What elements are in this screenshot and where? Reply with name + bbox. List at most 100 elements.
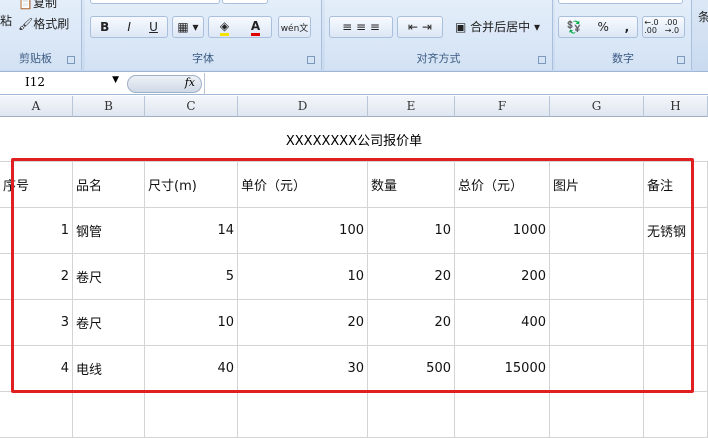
table-cell[interactable]: 无锈钢: [644, 208, 708, 254]
empty-cell[interactable]: [238, 392, 368, 438]
table-cell[interactable]: 20: [368, 254, 455, 300]
table-cell[interactable]: 30: [238, 346, 368, 392]
comma-button[interactable]: ,: [625, 20, 630, 34]
table-cell[interactable]: 100: [238, 208, 368, 254]
header-cell[interactable]: 尺寸(m): [145, 162, 238, 208]
formula-input[interactable]: [204, 73, 708, 95]
underline-button[interactable]: U: [149, 20, 158, 34]
dialog-launcher-icon[interactable]: [538, 56, 546, 64]
column-header-A[interactable]: A: [0, 96, 73, 117]
table-cell[interactable]: [550, 254, 644, 300]
alignment-group-label: 对齐方式: [416, 52, 461, 65]
number-buttons: 💱 % ,: [558, 16, 638, 38]
empty-cell[interactable]: [73, 392, 145, 438]
table-cell[interactable]: 20: [368, 300, 455, 346]
sheet-title[interactable]: XXXXXXXX公司报价单: [0, 117, 708, 162]
paste-button[interactable]: 粘: [0, 12, 12, 29]
table-cell[interactable]: 20: [238, 300, 368, 346]
number-group: 💱 % , ←.0 .00 .00 →.0 数字: [555, 0, 692, 70]
header-cell[interactable]: 图片: [550, 162, 644, 208]
table-cell[interactable]: 3: [0, 300, 73, 346]
name-box[interactable]: I12 ▼: [0, 75, 125, 93]
decrease-decimal-button[interactable]: .00 →.0: [665, 19, 683, 35]
header-cell[interactable]: 备注: [644, 162, 708, 208]
empty-cell[interactable]: [455, 392, 550, 438]
table-cell[interactable]: 卷尺: [73, 300, 145, 346]
brush-icon: 🖌: [18, 17, 34, 31]
merge-center-label: 合并后居中: [470, 20, 531, 34]
header-cell[interactable]: 序号: [0, 162, 73, 208]
increase-decimal-button[interactable]: ←.0 .00: [644, 19, 662, 35]
percent-button[interactable]: %: [597, 20, 608, 34]
empty-cell[interactable]: [145, 392, 238, 438]
header-cell[interactable]: 品名: [73, 162, 145, 208]
border-button[interactable]: ▦ ▾: [172, 16, 204, 38]
empty-cell[interactable]: [368, 392, 455, 438]
ribbon: 粘 📋复制 🖌格式刷 剪贴板 B I U ▦ ▾ ◈ A wén文 字体 ≡ ≡…: [0, 0, 708, 72]
header-cell[interactable]: 数量: [368, 162, 455, 208]
table-cell[interactable]: 4: [0, 346, 73, 392]
table-cell[interactable]: [550, 346, 644, 392]
bold-button[interactable]: B: [100, 20, 109, 34]
table-cell[interactable]: 2: [0, 254, 73, 300]
chevron-down-icon[interactable]: ▼: [112, 75, 119, 85]
color-buttons: ◈ A: [208, 16, 272, 38]
table-cell[interactable]: [550, 300, 644, 346]
font-group: B I U ▦ ▾ ◈ A wén文 字体: [85, 0, 322, 70]
column-header-D[interactable]: D: [238, 96, 368, 117]
format-painter-button[interactable]: 🖌格式刷: [18, 15, 69, 32]
table-cell[interactable]: 14: [145, 208, 238, 254]
empty-cell[interactable]: [0, 392, 73, 438]
column-header-H[interactable]: H: [644, 96, 708, 117]
clipboard-group: 粘 📋复制 🖌格式刷 剪贴板: [0, 0, 82, 70]
align-buttons[interactable]: ≡ ≡ ≡: [329, 16, 393, 38]
table-cell[interactable]: [644, 254, 708, 300]
table-cell[interactable]: 卷尺: [73, 254, 145, 300]
dialog-launcher-icon[interactable]: [67, 56, 75, 64]
conditional-format-button[interactable]: 条: [698, 8, 708, 25]
fill-color-button[interactable]: ◈: [219, 19, 230, 36]
header-cell[interactable]: 单价（元）: [238, 162, 368, 208]
table-cell[interactable]: 40: [145, 346, 238, 392]
table-cell[interactable]: 400: [455, 300, 550, 346]
column-header-E[interactable]: E: [368, 96, 455, 117]
table-cell[interactable]: 5: [145, 254, 238, 300]
table-cell[interactable]: 10: [145, 300, 238, 346]
format-painter-label: 格式刷: [33, 17, 70, 31]
dialog-launcher-icon[interactable]: [307, 56, 315, 64]
table-cell[interactable]: 10: [238, 254, 368, 300]
font-style-buttons: B I U: [90, 16, 168, 38]
font-color-button[interactable]: A: [250, 19, 261, 36]
merge-center-button[interactable]: ▣ 合并后居中 ▾: [455, 18, 540, 35]
font-group-label: 字体: [192, 52, 214, 65]
font-name-dropdown[interactable]: [90, 0, 220, 4]
currency-button[interactable]: 💱: [567, 20, 582, 34]
table-cell[interactable]: 10: [368, 208, 455, 254]
copy-button[interactable]: 📋复制: [18, 0, 57, 11]
column-header-C[interactable]: C: [145, 96, 238, 117]
table-cell[interactable]: [644, 300, 708, 346]
header-cell[interactable]: 总价（元）: [455, 162, 550, 208]
italic-button[interactable]: I: [127, 20, 131, 34]
empty-cell[interactable]: [644, 392, 708, 438]
table-cell[interactable]: [644, 346, 708, 392]
table-cell[interactable]: 钢管: [73, 208, 145, 254]
table-cell[interactable]: 1: [0, 208, 73, 254]
column-header-G[interactable]: G: [550, 96, 644, 117]
table-cell[interactable]: 1000: [455, 208, 550, 254]
insert-function-button[interactable]: fx: [127, 75, 202, 93]
table-cell[interactable]: 500: [368, 346, 455, 392]
table-cell[interactable]: 电线: [73, 346, 145, 392]
column-header-B[interactable]: B: [73, 96, 145, 117]
indent-buttons[interactable]: ⇤ ⇥: [397, 16, 443, 38]
dialog-launcher-icon[interactable]: [677, 56, 685, 64]
phonetic-button[interactable]: wén文: [278, 16, 311, 38]
table-cell[interactable]: 15000: [455, 346, 550, 392]
empty-cell[interactable]: [550, 392, 644, 438]
table-cell[interactable]: 200: [455, 254, 550, 300]
font-size-dropdown[interactable]: [222, 0, 268, 4]
number-format-dropdown[interactable]: [558, 0, 683, 4]
copy-label: 复制: [32, 0, 57, 10]
table-cell[interactable]: [550, 208, 644, 254]
column-header-F[interactable]: F: [455, 96, 550, 117]
